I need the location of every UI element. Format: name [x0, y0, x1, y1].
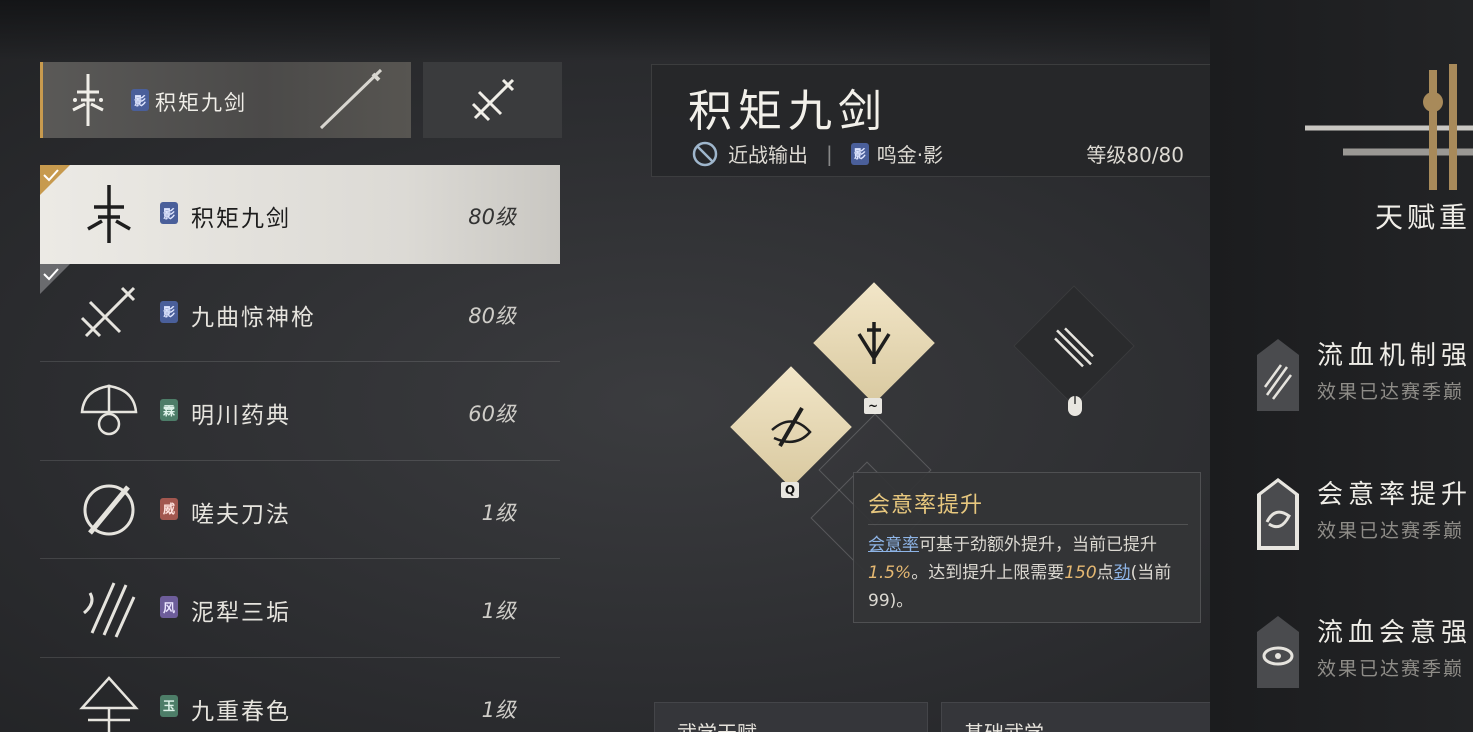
claw-blades-icon	[83, 582, 136, 638]
tooltip-text: 点	[1096, 563, 1114, 583]
blade-skill-icon	[857, 322, 891, 364]
weapon-list-item[interactable]: 影积矩九剑 80级	[40, 165, 560, 264]
weapon-level: 80级	[468, 303, 516, 328]
bleed-claw-icon	[1257, 339, 1299, 411]
weapon-name: 积矩九剑	[191, 206, 291, 232]
keyword-crit-rate[interactable]: 会意率	[868, 535, 919, 555]
talent-panel: 天赋重 流血机制强 效果已达赛季巅 会意率提升 效果已达赛季巅 流血会意强 效果…	[1210, 0, 1473, 732]
weapon-level: 1级	[481, 599, 516, 623]
talent-desc: 效果已达赛季巅	[1317, 658, 1465, 680]
sword-emblem-icon	[87, 185, 131, 243]
weapon-header-panel: 积矩九剑 近战输出 | 影 鸣金·影 等级80/80	[651, 64, 1211, 177]
weapon-list-item[interactable]: 影九曲惊神枪 80级	[40, 263, 560, 362]
crit-rate-icon	[1257, 478, 1299, 550]
school-label: 鸣金·影	[876, 143, 944, 167]
talent-item[interactable]: 会意率提升 效果已达赛季巅	[1255, 474, 1473, 554]
weapon-level: 1级	[481, 500, 516, 525]
spear-icon	[80, 286, 136, 337]
tooltip-text: 。达到提升上限需要	[911, 563, 1065, 583]
role-label: 近战输出	[728, 143, 808, 167]
required-points-value: 150	[1064, 563, 1097, 583]
tab-basic-martial[interactable]: 基础武学	[941, 702, 1215, 732]
weapon-list-item[interactable]: 玉九重春色 1级	[40, 658, 560, 732]
tooltip-title: 会意率提升	[868, 493, 984, 518]
current-bonus-value: 1.5%	[868, 563, 912, 583]
key-hint-q: Q	[781, 482, 799, 498]
skill-slot-tilde[interactable]	[813, 282, 935, 404]
weapon-list: 影积矩九剑 80级影九曲惊神枪 80级霖明川药典 60级威嗟夫刀法 1级风泥犁三垢 1级玉…	[40, 165, 560, 732]
school-badge: 玉	[160, 694, 178, 717]
talent-section-title: 天赋重	[1375, 201, 1472, 234]
weapon-name: 九曲惊神枪	[191, 304, 316, 331]
weapon-tags: 近战输出 | 影 鸣金·影	[692, 139, 943, 168]
school-badge: 影	[850, 142, 869, 165]
umbrella-icon	[79, 675, 139, 732]
weapon-list-item[interactable]: 霖明川药典 60级	[40, 362, 560, 461]
school-badge: 影	[160, 300, 178, 323]
talent-name: 会意率提升	[1317, 480, 1473, 510]
talent-desc: 效果已达赛季巅	[1317, 520, 1465, 542]
owned-check-icon	[40, 165, 70, 195]
weapon-name: 明川药典	[191, 403, 291, 429]
talent-weapon-emblem-icon	[1305, 64, 1473, 190]
weapon-name: 九重春色	[191, 698, 291, 725]
tag-separator: |	[826, 141, 833, 166]
weapon-list-item[interactable]: 威嗟夫刀法 1级	[40, 461, 560, 559]
school-badge: 影	[160, 202, 178, 224]
prohibit-icon	[692, 141, 718, 166]
weapon-name: 泥犁三垢	[191, 600, 291, 626]
weapon-level: 60级	[468, 402, 516, 426]
weapon-level: 80级	[468, 205, 516, 229]
keyword-jin[interactable]: 劲	[1114, 563, 1131, 583]
page-title: 积矩九剑	[688, 86, 888, 137]
thrust-skill-icon	[1054, 327, 1094, 368]
tab-martial-talent[interactable]: 武学天赋	[654, 702, 928, 732]
sword-icon	[319, 68, 383, 130]
skill-tooltip: 会意率提升 会意率可基于劲额外提升，当前已提升 1.5%。达到提升上限需要150点…	[853, 472, 1201, 623]
equipped-weapon-slot[interactable]: 影 积矩九剑	[40, 62, 411, 138]
equipped-weapon-name: 积矩九剑	[155, 91, 247, 115]
sword-emblem-icon	[72, 74, 104, 126]
weapon-level: 1级	[481, 697, 516, 722]
game-screen: 影 积矩九剑 影积矩九剑 80级影九曲惊神枪 80级霖明川药典 60级威嗟夫刀法 1级风…	[0, 0, 1473, 732]
key-hint-tilde: ~	[864, 398, 882, 414]
tooltip-divider	[868, 524, 1188, 525]
talent-item[interactable]: 流血会意强 效果已达赛季巅	[1255, 612, 1473, 692]
school-badge: 风	[160, 596, 178, 618]
weapon-level: 等级80/80	[1086, 143, 1184, 167]
school-badge: 霖	[160, 399, 178, 421]
talent-name: 流血机制强	[1317, 341, 1473, 371]
slash-skill-icon	[771, 406, 812, 448]
talent-item[interactable]: 流血机制强 效果已达赛季巅	[1255, 335, 1473, 415]
owned-check-icon	[40, 263, 70, 294]
school-badge: 威	[160, 497, 178, 520]
tooltip-text: 可基于劲额外提升，当前已提升	[919, 535, 1157, 555]
secondary-weapon-slot[interactable]	[423, 62, 562, 138]
spear-icon	[471, 78, 515, 122]
fan-medicine-icon	[80, 384, 138, 436]
talent-desc: 效果已达赛季巅	[1317, 381, 1465, 403]
tooltip-body: 会意率可基于劲额外提升，当前已提升1.5%。达到提升上限需要150点劲(当前99…	[868, 531, 1194, 615]
mouse-icon	[1068, 396, 1082, 416]
blade-circle-icon	[83, 484, 135, 535]
weapon-name: 嗟夫刀法	[191, 501, 291, 528]
talent-name: 流血会意强	[1317, 618, 1473, 648]
weapon-list-item[interactable]: 风泥犁三垢 1级	[40, 559, 560, 658]
school-badge: 影	[131, 89, 149, 111]
skill-slot-mouse[interactable]	[1013, 285, 1135, 407]
bleed-crit-icon	[1257, 616, 1299, 688]
